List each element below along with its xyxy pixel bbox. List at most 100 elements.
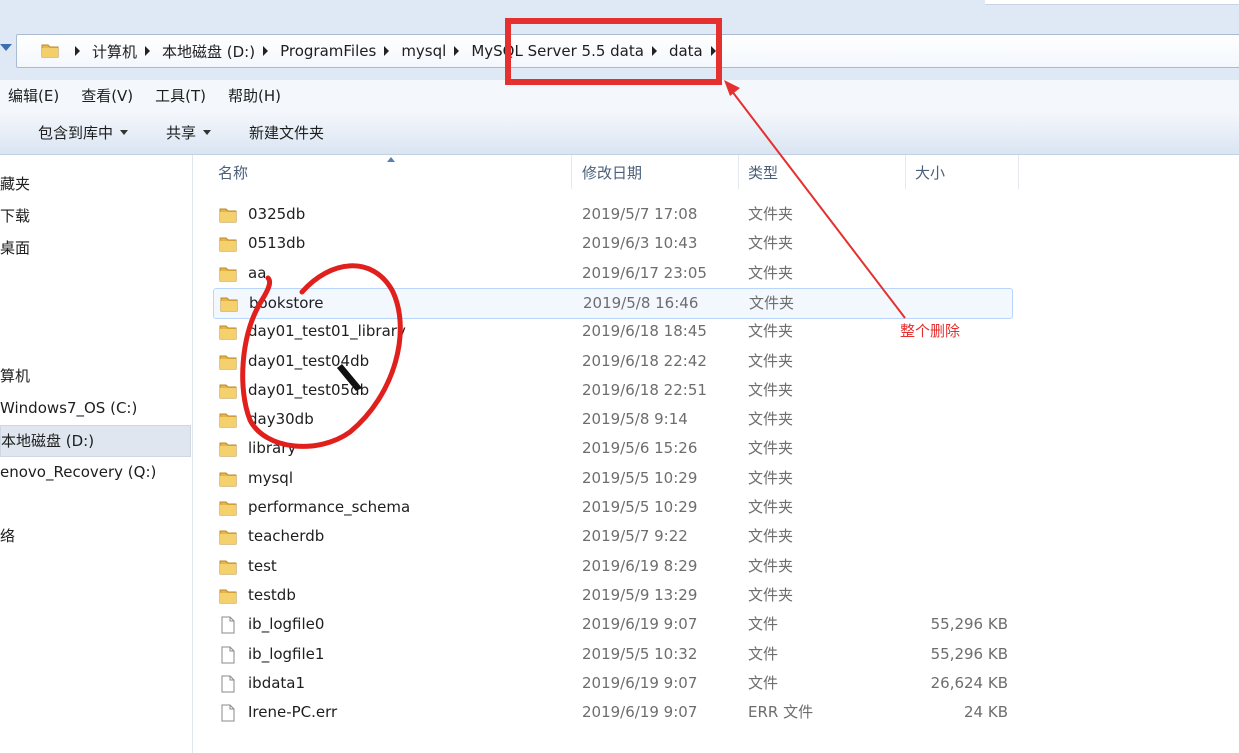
column-divider[interactable]: [738, 155, 739, 189]
file-size: 55,296 KB: [930, 615, 1008, 634]
file-size: 55,296 KB: [930, 644, 1008, 663]
folder-icon: [219, 589, 237, 604]
folder-row[interactable]: performance_schema 2019/5/5 10:29 文件夹: [213, 493, 1013, 522]
folder-row[interactable]: library 2019/5/6 15:26 文件夹: [213, 434, 1013, 463]
include-in-library-label: 包含到库中: [38, 123, 114, 142]
file-type: 文件夹: [748, 498, 794, 516]
file-modified-date: 2019/5/5 10:29: [582, 498, 698, 516]
nav-network[interactable]: 络: [0, 521, 15, 551]
file-type: 文件: [748, 615, 779, 634]
nav-computer[interactable]: 算机: [0, 361, 30, 391]
menu-bar: 编辑(E) 查看(V) 工具(T) 帮助(H): [0, 80, 1239, 110]
file-modified-date: 2019/6/18 22:42: [582, 351, 707, 370]
back-history-dropdown-icon[interactable]: [0, 44, 12, 51]
file-name: day01_test05db: [248, 380, 370, 399]
column-divider[interactable]: [1018, 155, 1019, 189]
command-toolbar: 包含到库中 共享 新建文件夹: [0, 110, 1239, 155]
folder-row[interactable]: test 2019/6/19 8:29 文件夹: [213, 552, 1013, 581]
file-row[interactable]: ib_logfile1 2019/5/5 10:32 文件 55,296 KB: [213, 640, 1013, 669]
file-type: 文件夹: [749, 293, 795, 312]
breadcrumb-separator-icon[interactable]: [263, 46, 269, 56]
folder-row[interactable]: testdb 2019/5/9 13:29 文件夹: [213, 581, 1013, 610]
file-type: 文件夹: [748, 322, 794, 341]
nav-desktop[interactable]: 桌面: [0, 233, 30, 263]
menu-edit[interactable]: 编辑(E): [8, 85, 59, 106]
file-name: library: [248, 439, 297, 458]
include-in-library-button[interactable]: 包含到库中: [38, 122, 129, 143]
chevron-down-icon: [120, 129, 129, 135]
breadcrumb-mysql-server-data[interactable]: MySQL Server 5.5 data: [471, 42, 644, 60]
nav-favorites[interactable]: 藏夹: [0, 169, 30, 199]
file-name: day01_test04db: [248, 351, 370, 370]
folder-row[interactable]: day01_test05db 2019/6/18 22:51 文件夹: [213, 376, 1013, 405]
file-name: aa: [248, 263, 267, 282]
file-type: 文件夹: [748, 439, 794, 458]
file-modified-date: 2019/5/8 9:14: [582, 410, 688, 429]
breadcrumb-separator-icon[interactable]: [710, 46, 716, 56]
nav-drive-q[interactable]: enovo_Recovery (Q:): [0, 457, 156, 487]
column-divider[interactable]: [905, 155, 906, 189]
folder-row[interactable]: 0325db 2019/5/7 17:08 文件夹: [213, 200, 1013, 229]
file-type: 文件夹: [748, 205, 794, 223]
file-modified-date: 2019/6/3 10:43: [582, 234, 698, 253]
breadcrumb-data[interactable]: data: [669, 42, 703, 60]
file-list: 名称 修改日期 类型 大小 0325db 2019/5/7 17:08 文件夹 051…: [193, 155, 1239, 753]
file-modified-date: 2019/5/6 15:26: [582, 439, 698, 458]
folder-row[interactable]: mysql 2019/5/5 10:29 文件夹: [213, 464, 1013, 493]
folder-row[interactable]: day30db 2019/5/8 9:14 文件夹: [213, 405, 1013, 434]
new-folder-button[interactable]: 新建文件夹: [249, 122, 324, 143]
breadcrumb-computer[interactable]: 计算机: [92, 41, 137, 62]
breadcrumb-mysql[interactable]: mysql: [401, 42, 446, 60]
folder-row[interactable]: 0513db 2019/6/3 10:43 文件夹: [213, 229, 1013, 258]
file-modified-date: 2019/6/19 9:07: [582, 703, 698, 722]
folder-icon: [219, 267, 237, 282]
column-header-date[interactable]: 修改日期: [582, 155, 642, 191]
nav-downloads[interactable]: 下载: [0, 201, 30, 231]
folder-row[interactable]: aa 2019/6/17 23:05 文件夹: [213, 259, 1013, 288]
folder-icon: [219, 384, 237, 399]
file-row[interactable]: Irene-PC.err 2019/6/19 9:07 ERR 文件 24 KB: [213, 698, 1013, 727]
nav-drive-c[interactable]: Windows7_OS (C:): [0, 393, 137, 423]
column-header-name[interactable]: 名称: [218, 155, 248, 191]
menu-tools[interactable]: 工具(T): [155, 85, 206, 106]
file-row[interactable]: ibdata1 2019/6/19 9:07 文件 26,624 KB: [213, 669, 1013, 698]
breadcrumb-separator-icon[interactable]: [75, 46, 80, 56]
nav-drive-d[interactable]: 本地磁盘 (D:): [0, 425, 191, 457]
menu-view[interactable]: 查看(V): [81, 85, 133, 106]
file-type: 文件: [748, 673, 779, 692]
folder-row[interactable]: day01_test04db 2019/6/18 22:42 文件夹: [213, 347, 1013, 376]
file-name: bookstore: [249, 293, 324, 312]
menu-help[interactable]: 帮助(H): [228, 85, 281, 106]
file-type: 文件夹: [748, 410, 794, 429]
folder-row[interactable]: teacherdb 2019/5/7 9:22 文件夹: [213, 522, 1013, 551]
breadcrumb-separator-icon[interactable]: [454, 46, 460, 56]
file-row[interactable]: ib_logfile0 2019/6/19 9:07 文件 55,296 KB: [213, 610, 1013, 639]
address-bar[interactable]: 计算机 本地磁盘 (D:) ProgramFiles mysql MySQL S…: [16, 34, 1239, 68]
sort-ascending-icon: [387, 157, 395, 162]
folder-icon: [41, 44, 59, 58]
breadcrumb-drive-d[interactable]: 本地磁盘 (D:): [162, 41, 255, 62]
file-name: teacherdb: [248, 527, 325, 546]
column-divider[interactable]: [571, 155, 572, 189]
file-icon: [221, 646, 235, 663]
folder-icon: [219, 413, 237, 428]
file-modified-date: 2019/6/17 23:05: [582, 263, 707, 282]
file-size: 24 KB: [964, 703, 1008, 722]
file-modified-date: 2019/6/19 9:07: [582, 615, 698, 634]
file-type: 文件夹: [748, 380, 794, 399]
breadcrumb-separator-icon[interactable]: [145, 46, 151, 56]
file-modified-date: 2019/6/18 22:51: [582, 380, 707, 399]
breadcrumb-separator-icon[interactable]: [384, 46, 390, 56]
file-name: performance_schema: [248, 498, 411, 516]
share-button[interactable]: 共享: [166, 122, 212, 143]
column-header-type[interactable]: 类型: [748, 155, 778, 191]
breadcrumb: 计算机 本地磁盘 (D:) ProgramFiles mysql MySQL S…: [67, 35, 728, 67]
breadcrumb-separator-icon[interactable]: [651, 46, 657, 56]
breadcrumb-programfiles[interactable]: ProgramFiles: [280, 42, 376, 60]
file-name: day30db: [248, 410, 314, 429]
folder-row[interactable]: bookstore 2019/5/8 16:46 文件夹: [213, 287, 1013, 319]
folder-row[interactable]: day01_test01_library 2019/6/18 18:45 文件夹: [213, 317, 1013, 346]
file-name: Irene-PC.err: [248, 703, 338, 722]
file-type: 文件夹: [748, 556, 794, 575]
column-header-size[interactable]: 大小: [915, 155, 945, 191]
